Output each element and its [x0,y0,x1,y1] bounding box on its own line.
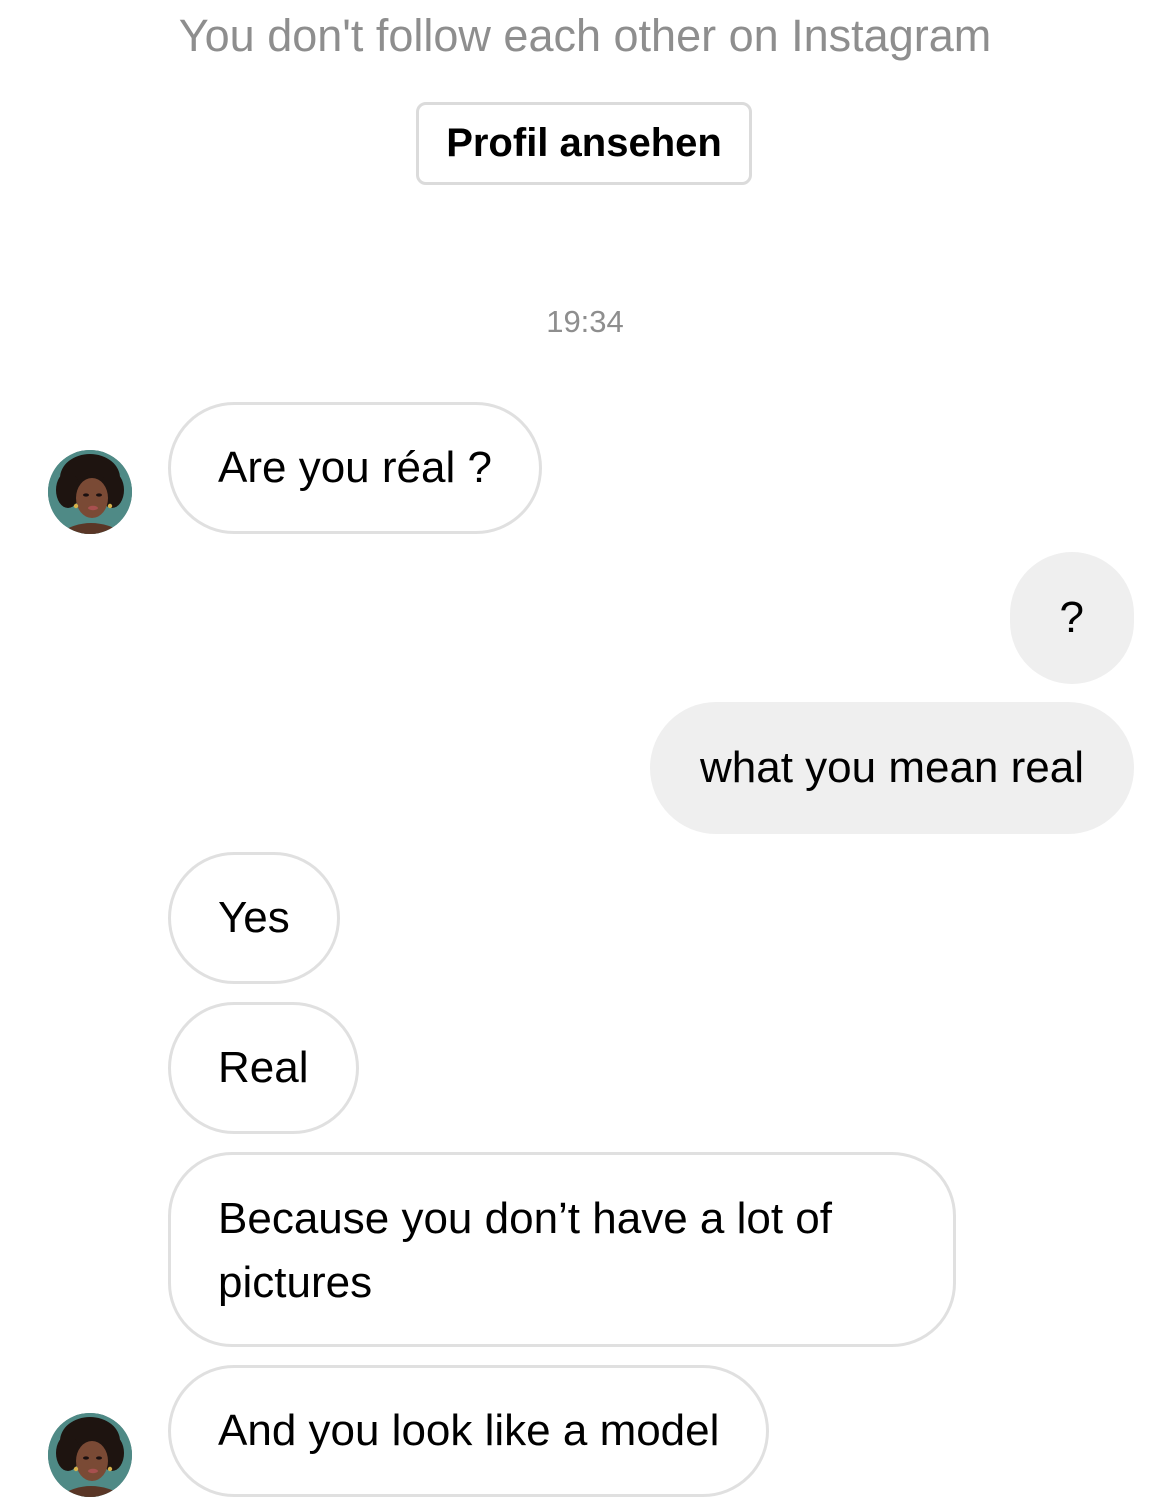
message-bubble-incoming[interactable]: Because you don’t have a lot of pictures [168,1152,956,1347]
message-bubble-incoming[interactable]: And you look like a model [168,1365,770,1497]
message-text: ? [1059,593,1084,642]
message-text: Real [218,1043,309,1092]
message-text: Are you réal ? [218,443,492,492]
view-profile-button[interactable]: Profil ansehen [416,102,752,185]
message-text: Yes [218,893,290,942]
message-timestamp: 19:34 [546,304,624,339]
message-text: what you mean real [700,743,1084,792]
message-bubble-outgoing[interactable]: ? [1009,552,1134,684]
message-bubble-outgoing[interactable]: what you mean real [650,702,1134,834]
avatar-photo [48,1413,132,1497]
avatar-photo [48,450,132,534]
message-bubble-incoming[interactable]: Yes [168,852,340,984]
message-bubble-incoming[interactable]: Real [168,1002,359,1134]
message-bubble-incoming[interactable]: Are you réal ? [168,402,542,534]
sender-avatar[interactable] [48,450,132,534]
sender-avatar[interactable] [48,1413,132,1497]
follow-status-text: You don't follow each other on Instagram [178,10,992,61]
message-text: Because you don’t have a lot of pictures [218,1194,832,1307]
message-text: And you look like a model [218,1406,720,1455]
